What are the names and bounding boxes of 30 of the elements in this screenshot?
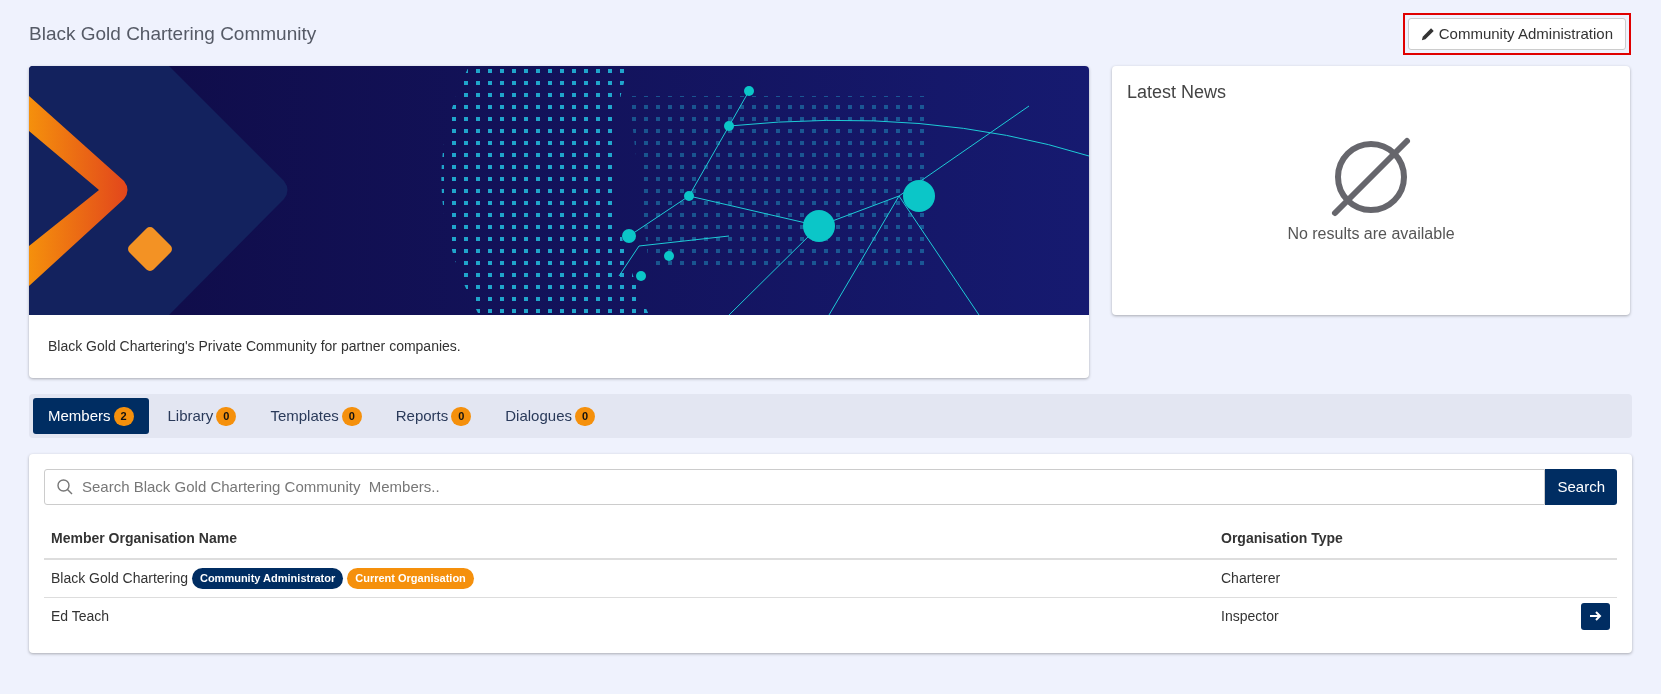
organisation-name: Black Gold Chartering (51, 568, 188, 588)
count-badge: 0 (216, 406, 237, 426)
search-button[interactable]: Search (1545, 469, 1617, 505)
tab[interactable]: Reports 0 (380, 398, 487, 434)
empty-set-icon (1330, 136, 1412, 218)
page-title: Black Gold Chartering Community (29, 21, 317, 46)
role-badge: Community Administrator (191, 568, 344, 589)
tab[interactable]: Members 2 (33, 398, 149, 434)
tab[interactable]: Library 0 (152, 398, 252, 434)
count-badge: 2 (113, 406, 134, 426)
role-badge: Current Organisation (347, 568, 474, 589)
search-icon (57, 479, 73, 495)
news-title: Latest News (1127, 81, 1228, 104)
count-badge: 0 (575, 406, 595, 426)
organisation-type: Charterer (1214, 559, 1567, 597)
count-badge: 0 (451, 406, 472, 426)
tab[interactable]: Dialogues 0 (490, 398, 610, 434)
banner-caption: Black Gold Chartering's Private Community for partner companies. (47, 337, 462, 356)
organisation-name: Ed Teach (51, 606, 110, 626)
organisation-type: Inspector (1214, 597, 1567, 635)
arrow-right-icon (1589, 610, 1602, 623)
column-header: Member Organisation Name (44, 519, 1214, 559)
open-button[interactable] (1581, 602, 1610, 630)
column-header: Organisation Type (1214, 519, 1567, 559)
pencil-icon (1420, 27, 1435, 41)
search-field[interactable]: Search Black Gold Chartering Community Members.. (44, 469, 1546, 505)
community-administration-button[interactable]: Community Administration (1407, 18, 1626, 50)
count-badge: 0 (341, 406, 362, 426)
empty-message: No results are available (1287, 224, 1455, 244)
tab[interactable]: Templates 0 (255, 398, 377, 434)
